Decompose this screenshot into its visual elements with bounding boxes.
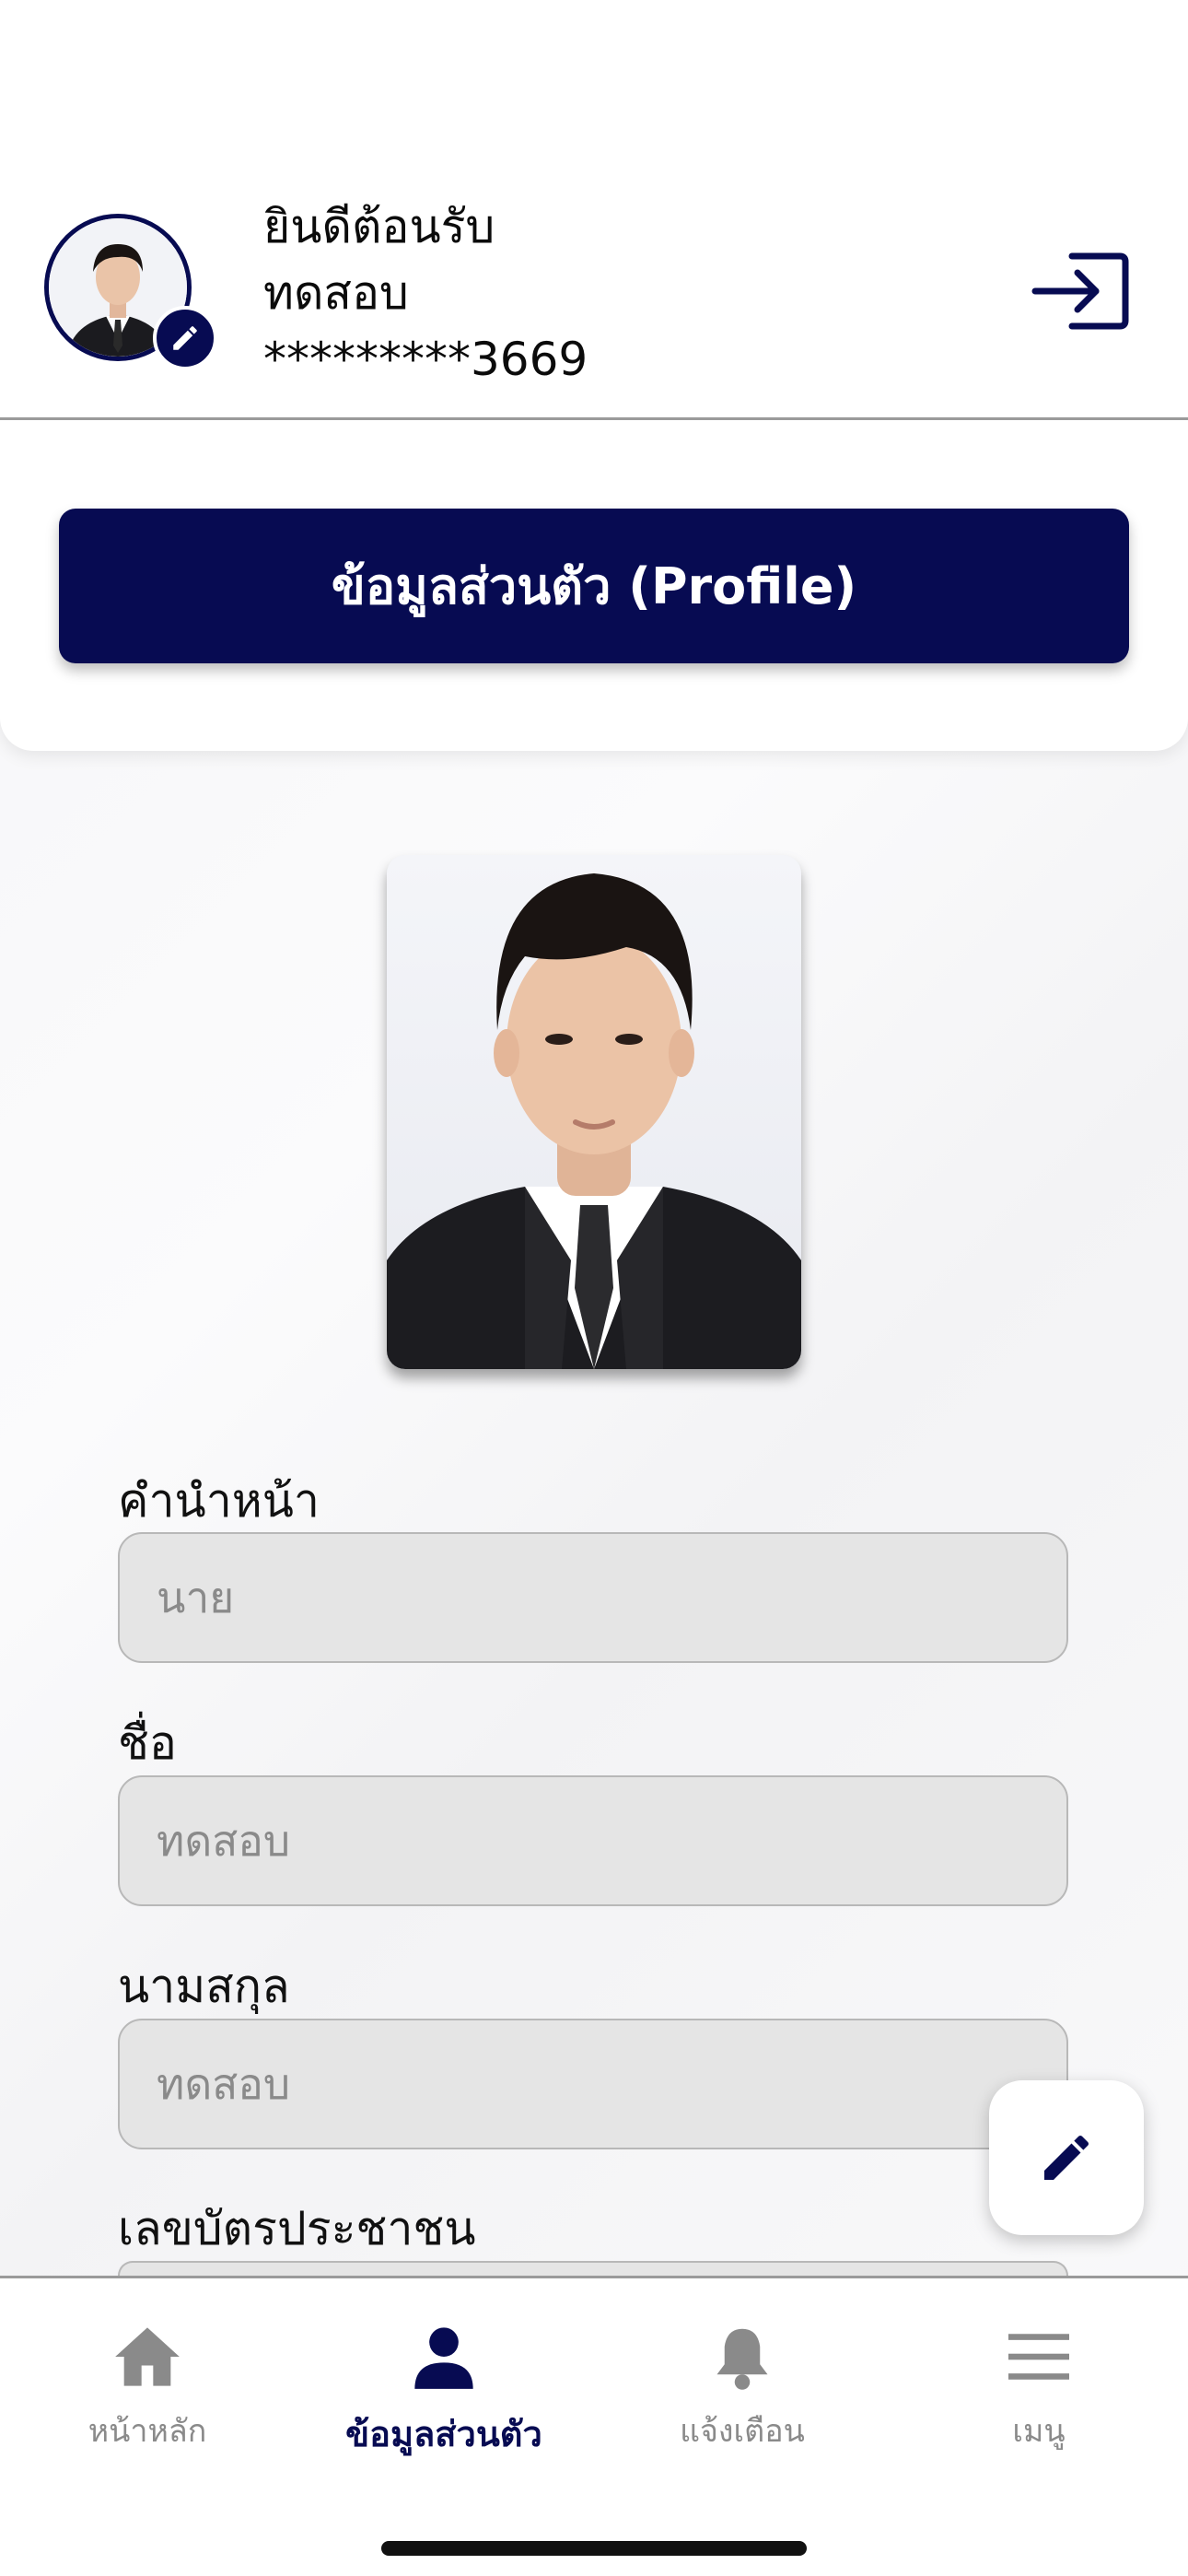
home-indicator bbox=[381, 2541, 807, 2556]
first-name-field[interactable]: ทดสอบ bbox=[118, 1775, 1068, 1906]
person-icon bbox=[333, 2315, 554, 2398]
bottom-tab-bar: หน้าหลัก ข้อมูลส่วนตัว แจ้งเตือน เมนู bbox=[0, 2276, 1188, 2576]
logout-icon[interactable] bbox=[1031, 247, 1133, 335]
tab-profile-label: ข้อมูลส่วนตัว bbox=[345, 2414, 542, 2454]
tab-notifications[interactable]: แจ้งเตือน bbox=[632, 2315, 853, 2453]
greeting-text: ยินดีต้อนรับ bbox=[263, 200, 495, 253]
first-name-label: ชื่อ bbox=[118, 1716, 177, 1770]
title-label: คำนำหน้า bbox=[118, 1474, 320, 1528]
avatar[interactable] bbox=[44, 214, 217, 370]
tab-home[interactable]: หน้าหลัก bbox=[37, 2315, 258, 2453]
tab-menu-label: เมนู bbox=[1012, 2413, 1066, 2450]
tab-home-label: หน้าหลัก bbox=[87, 2413, 207, 2450]
bell-icon bbox=[632, 2315, 853, 2398]
avatar-edit-icon[interactable] bbox=[153, 306, 217, 370]
tab-menu[interactable]: เมนู bbox=[928, 2315, 1149, 2453]
last-name-field[interactable]: ทดสอบ bbox=[118, 2019, 1068, 2149]
tab-profile[interactable]: ข้อมูลส่วนตัว bbox=[333, 2315, 554, 2454]
user-name: ทดสอบ bbox=[263, 266, 409, 320]
welcome-block: ยินดีต้อนรับ ทดสอบ *********3669 bbox=[263, 193, 588, 392]
edit-fab-button[interactable] bbox=[989, 2080, 1144, 2235]
home-icon bbox=[37, 2315, 258, 2398]
last-name-label: นามสกุล bbox=[118, 1960, 290, 2013]
pencil-icon bbox=[1044, 2135, 1089, 2180]
title-field[interactable]: นาย bbox=[118, 1532, 1068, 1663]
tab-notifications-label: แจ้งเตือน bbox=[680, 2413, 805, 2450]
national-id-label: เลขบัตรประชาชน bbox=[118, 2202, 476, 2255]
header-divider bbox=[0, 417, 1188, 420]
profile-button[interactable]: ข้อมูลส่วนตัว (Profile) bbox=[59, 509, 1129, 663]
menu-icon bbox=[928, 2315, 1149, 2398]
national-id-field[interactable] bbox=[118, 2261, 1068, 2276]
profile-photo bbox=[387, 855, 801, 1369]
masked-id: *********3669 bbox=[263, 333, 588, 386]
